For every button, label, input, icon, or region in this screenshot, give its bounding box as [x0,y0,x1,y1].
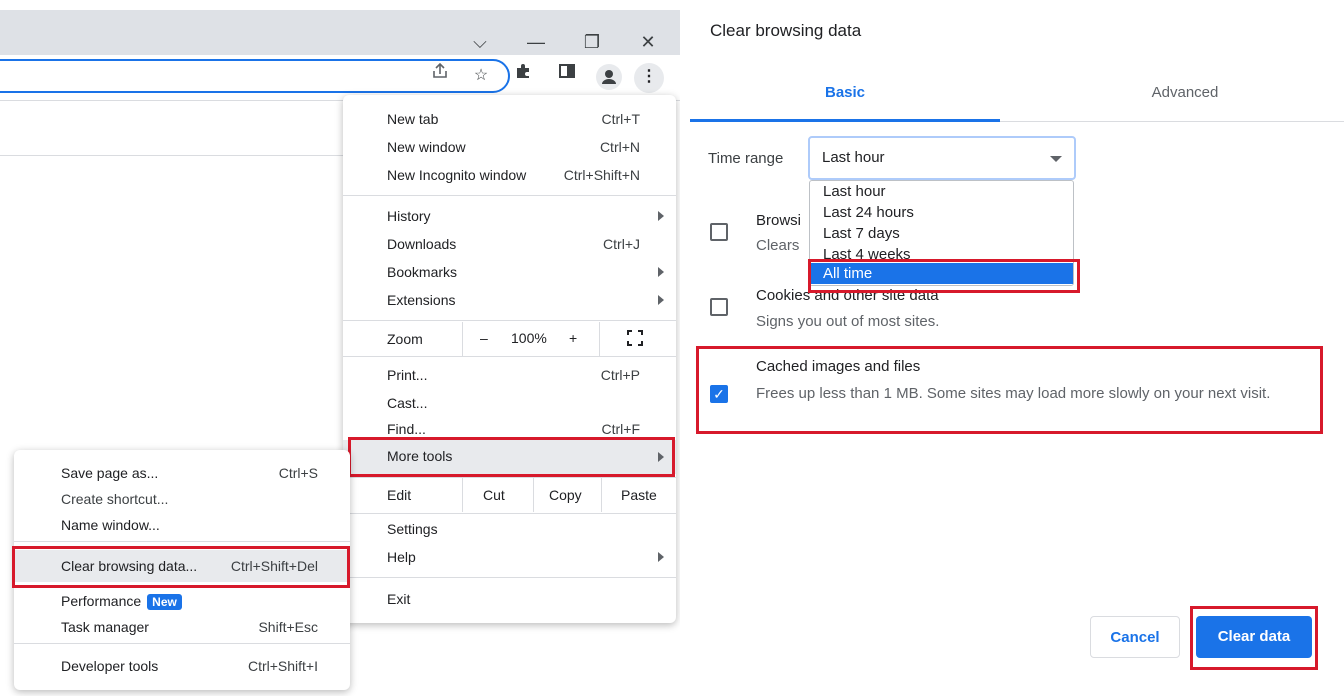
menu-item-downloads[interactable]: Downloads Ctrl+J [343,230,676,258]
cancel-button[interactable]: Cancel [1090,616,1180,658]
time-range-select[interactable]: Last hour [808,136,1076,180]
menu-item-history[interactable]: History [343,202,676,230]
submenu-item-task-manager[interactable]: Task manager Shift+Esc [14,613,350,641]
menu-item-cast[interactable]: Cast... [343,389,676,417]
option-last-hour[interactable]: Last hour [810,181,1073,202]
highlight-clear-browsing-data [12,546,350,588]
active-tab-indicator [690,119,1000,122]
zoom-out-button[interactable]: – [480,330,488,346]
bookmark-star-icon[interactable]: ☆ [466,61,496,91]
item-desc-browsing-history: Clears [756,237,800,254]
dropdown-caret-icon [1050,156,1062,162]
chrome-menu: New tab Ctrl+T New window Ctrl+N New Inc… [343,95,676,623]
menu-item-exit[interactable]: Exit [343,585,676,613]
extensions-icon[interactable] [508,61,538,91]
checkbox-browsing-history[interactable] [710,223,728,241]
menu-divider [343,356,676,357]
menu-item-extensions[interactable]: Extensions [343,286,676,314]
zoom-level: 100% [511,330,547,346]
fullscreen-icon[interactable] [627,330,643,349]
highlight-more-tools [348,437,675,477]
menu-item-new-tab[interactable]: New tab Ctrl+T [343,105,676,133]
copy-button[interactable]: Copy [549,487,582,503]
highlight-all-time [808,259,1080,293]
paste-button[interactable]: Paste [621,487,657,503]
submenu-divider [14,541,350,542]
tab-advanced[interactable]: Advanced [1030,84,1340,101]
time-range-label: Time range [708,150,784,167]
submenu-divider [14,643,350,644]
option-last-24-hours[interactable]: Last 24 hours [810,202,1073,223]
menu-divider [343,195,676,196]
browser-window: ⌵ — ❐ ✕ ☆ ⋮ New tab Ctrl+T New window Ct… [0,0,680,696]
option-last-7-days[interactable]: Last 7 days [810,223,1073,244]
chevron-right-icon [658,267,664,277]
more-menu-icon[interactable]: ⋮ [634,63,664,93]
menu-row-edit: Edit Cut Copy Paste [343,478,676,512]
dialog-title: Clear browsing data [710,21,862,40]
chevron-right-icon [658,211,664,221]
item-title-cached-images: Cached images and files [756,358,921,375]
title-bar: ⌵ — ❐ ✕ [0,10,680,55]
checkbox-cookies[interactable] [710,298,728,316]
menu-item-print[interactable]: Print... Ctrl+P [343,361,676,389]
menu-item-new-window[interactable]: New window Ctrl+N [343,133,676,161]
clear-browsing-data-dialog: Clear browsing data Basic Advanced Time … [690,0,1344,696]
menu-item-new-incognito-window[interactable]: New Incognito window Ctrl+Shift+N [343,161,676,189]
more-tools-submenu: Save page as... Ctrl+S Create shortcut..… [12,450,350,690]
share-icon[interactable] [425,61,455,91]
submenu-item-save-page[interactable]: Save page as... Ctrl+S [14,459,350,487]
submenu-item-developer-tools[interactable]: Developer tools Ctrl+Shift+I [14,652,350,680]
chevron-right-icon [658,295,664,305]
menu-item-help[interactable]: Help [343,543,676,571]
cut-button[interactable]: Cut [483,487,505,503]
new-badge: New [147,594,182,610]
chevron-right-icon [658,552,664,562]
menu-item-bookmarks[interactable]: Bookmarks [343,258,676,286]
profile-avatar[interactable] [596,64,622,90]
menu-divider [343,320,676,321]
zoom-in-button[interactable]: + [569,330,577,346]
item-desc-cookies: Signs you out of most sites. [756,313,940,330]
highlight-clear-data [1190,606,1318,670]
menu-item-settings[interactable]: Settings [343,515,676,543]
submenu-item-performance[interactable]: Performance New [14,587,350,615]
menu-divider [343,513,676,514]
page-header-area [0,100,345,156]
item-title-browsing-history: Browsi [756,212,802,229]
menu-row-zoom: Zoom – 100% + [343,322,676,356]
submenu-item-name-window[interactable]: Name window... [14,511,350,539]
checkbox-cached-images[interactable]: ✓ [710,385,728,403]
submenu-item-create-shortcut[interactable]: Create shortcut... [14,485,350,513]
item-desc-cached-images: Frees up less than 1 MB. Some sites may … [756,385,1271,402]
tab-basic[interactable]: Basic [690,84,1000,101]
menu-divider [343,577,676,578]
side-panel-icon[interactable] [552,61,582,91]
